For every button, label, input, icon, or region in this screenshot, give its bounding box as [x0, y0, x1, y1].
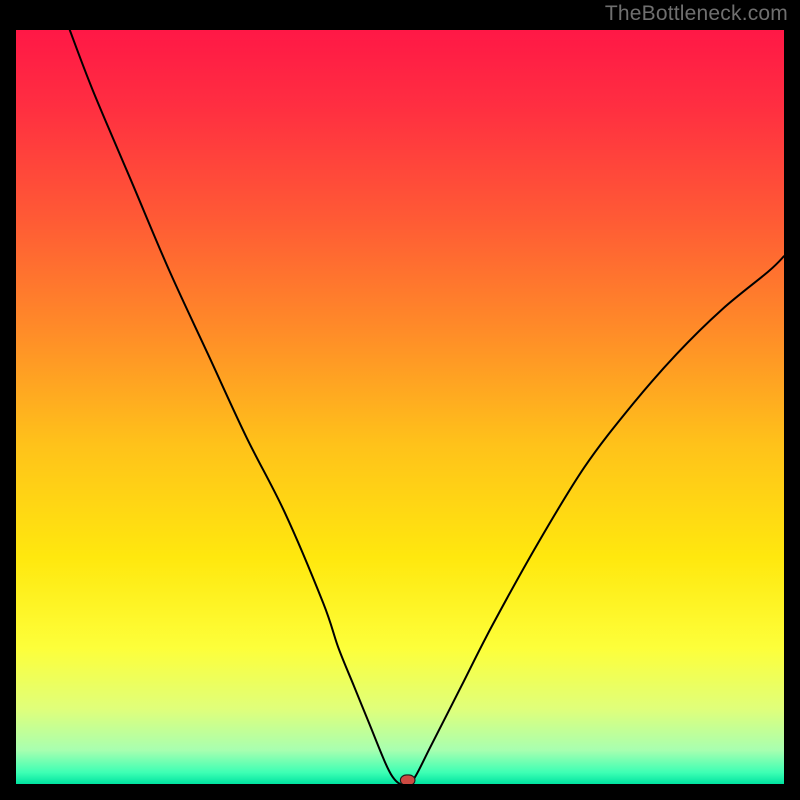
chart-frame [10, 24, 790, 790]
watermark-text: TheBottleneck.com [605, 2, 788, 26]
current-config-marker [400, 775, 415, 784]
bottleneck-curve [16, 30, 784, 784]
plot-area [16, 30, 784, 784]
